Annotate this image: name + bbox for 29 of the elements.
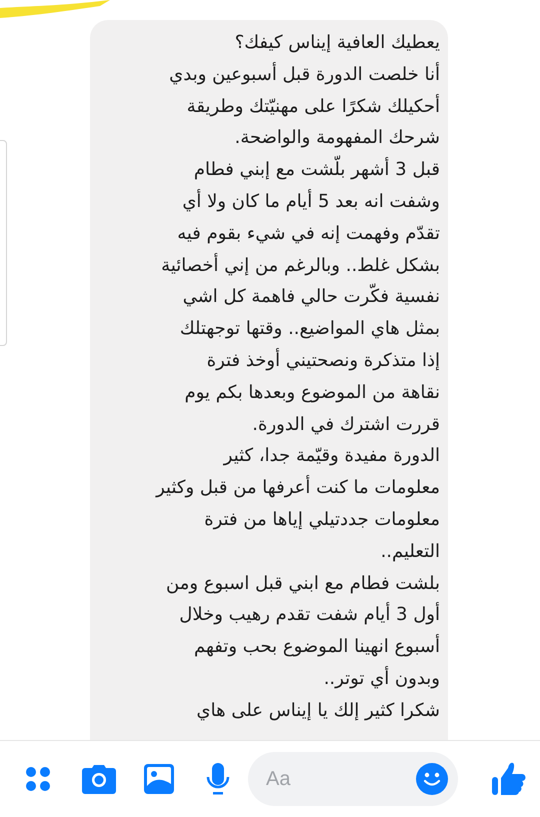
message-text: بمثل هاي المواضيع.. وقتها توجهتلك [180,317,440,342]
message-text: الدورة مفيدة وقيّمة جدا، كثير [224,444,440,468]
more-options-icon[interactable] [24,765,52,793]
image-icon[interactable] [144,764,174,794]
camera-icon[interactable] [82,764,116,794]
message-text: بشكل غلط.. وبالرغم من إني أخصائية [161,252,440,278]
message-text: يعطيك العافية إيناس كيفك؟ [234,31,440,55]
message-text: قررت اشترك في الدورة. [252,412,440,437]
message-input[interactable]: Aa [248,752,458,806]
message-text: أنا خلصت الدورة قبل أسبوعين وبدي [169,61,440,87]
message-text: وشفت انه بعد 5 أيام ما كان ولا أي [182,188,440,214]
message-text: أول 3 أيام شفت تقدم رهيب وخلال [179,601,440,628]
message-text: شرحك المفهومة والواضحة. [234,126,440,150]
message-text: إذا متذكرة ونصحتيني أوخذ فترة [206,347,440,373]
message-text: معلومات ما كنت أعرفها من قبل وكثير [156,474,440,500]
message-text: نفسية فكّرت حالي فاهمة كل اشي [182,281,440,314]
message-text: أسبوع انهينا الموضوع بحب وتفهم [194,633,440,660]
message-text: وبدون أي توتر.. [324,665,440,691]
message-text: التعليم.. [380,540,440,564]
message-text: تقدّم وفهمت إنه في شيء بقوم فيه [177,222,440,246]
message-text: أحكيلك شكرًا على مهنيّتك وطريقة [186,93,440,119]
message-text: بلشت فطام مع ابني قبل اسبوع ومن [166,572,440,596]
message-text: قبل 3 أشهر بلّشت مع إبني فطام [194,154,440,186]
microphone-icon[interactable] [206,763,230,795]
message-text: نقاهة من الموضوع وبعدها بكم يوم [184,380,440,405]
smiley-icon[interactable] [416,763,448,795]
thumbs-up-icon[interactable] [492,762,526,796]
message-text: معلومات جددتيلي إياها من فترة [204,508,440,532]
message-text: شكرا كثير إلك يا إيناس على هاي [196,698,440,723]
